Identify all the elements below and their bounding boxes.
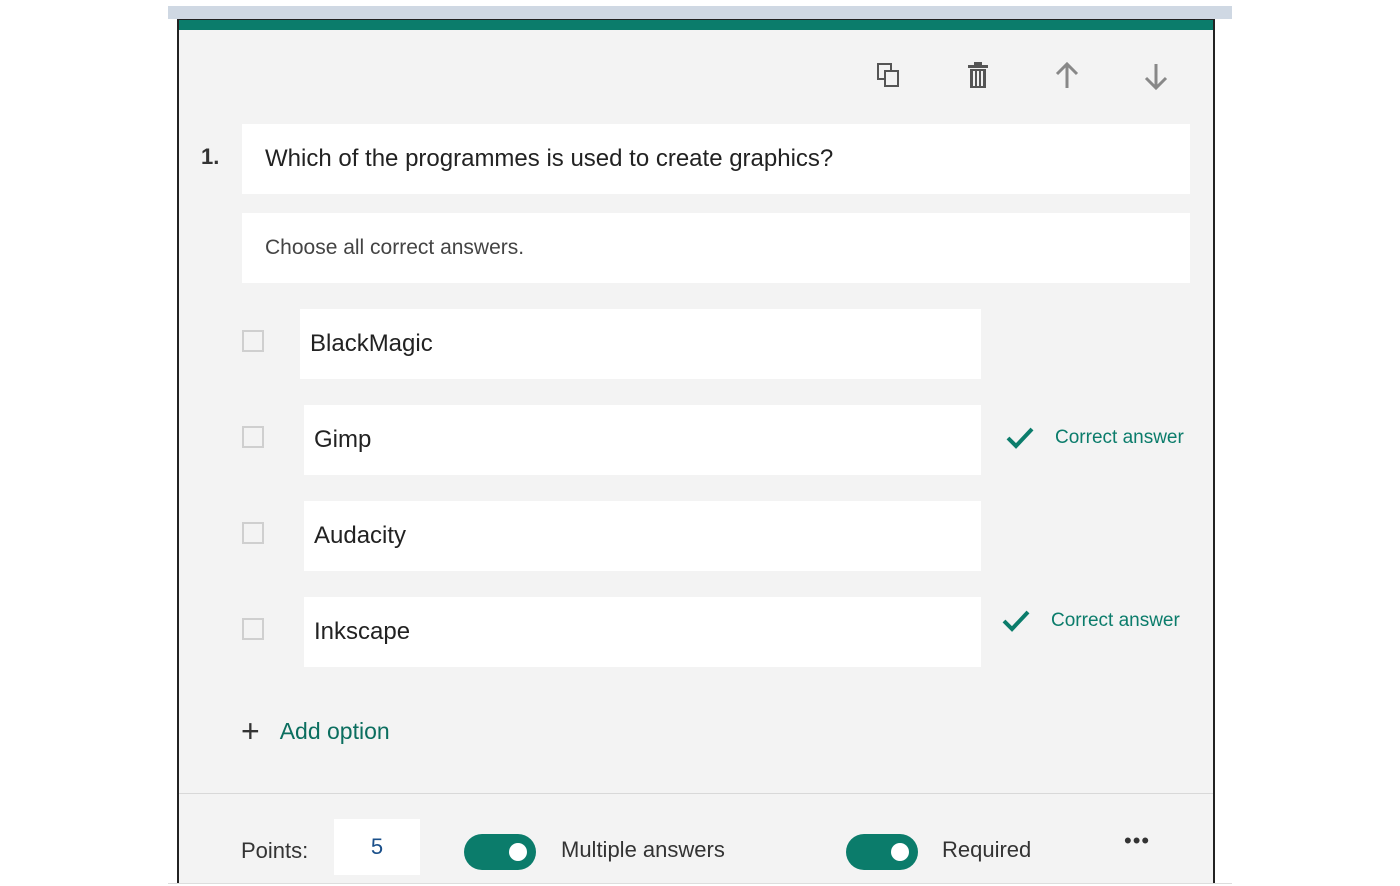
question-subtitle-field[interactable]: Choose all correct answers. bbox=[242, 213, 1190, 283]
multiple-answers-label: Multiple answers bbox=[561, 837, 725, 862]
points-input[interactable]: 5 bbox=[334, 819, 420, 875]
option-checkbox[interactable] bbox=[242, 618, 264, 640]
option-checkbox[interactable] bbox=[242, 330, 264, 352]
checkmark-icon bbox=[1002, 610, 1030, 632]
toggle-knob bbox=[891, 843, 909, 861]
option-checkbox[interactable] bbox=[242, 426, 264, 448]
correct-answer-marker[interactable]: Correct answer bbox=[1001, 608, 1180, 634]
question-number: 1. bbox=[201, 144, 220, 169]
option-field[interactable]: Inkscape bbox=[304, 597, 981, 667]
option-field[interactable]: Gimp bbox=[304, 405, 981, 475]
move-down-icon[interactable] bbox=[1136, 56, 1176, 96]
more-options-button[interactable]: ••• bbox=[1124, 828, 1150, 854]
add-option-button[interactable]: + Add option bbox=[241, 715, 390, 747]
copy-icon[interactable] bbox=[869, 56, 909, 96]
correct-answer-label: Correct answer bbox=[1055, 427, 1184, 448]
add-option-label: Add option bbox=[279, 717, 390, 744]
question-footer: Points: 5 Multiple answers Required ••• bbox=[179, 793, 1213, 883]
bottom-line bbox=[168, 883, 1232, 884]
delete-icon[interactable] bbox=[958, 56, 998, 96]
correct-answer-marker[interactable]: Correct answer bbox=[1005, 425, 1184, 451]
checkmark-icon bbox=[1006, 427, 1034, 449]
option-checkbox[interactable] bbox=[242, 522, 264, 544]
move-up-icon[interactable] bbox=[1047, 56, 1087, 96]
points-label: Points: bbox=[241, 838, 309, 863]
question-title-field[interactable]: Which of the programmes is used to creat… bbox=[242, 124, 1190, 194]
option-field[interactable]: Audacity bbox=[304, 501, 981, 571]
required-toggle[interactable] bbox=[846, 834, 918, 870]
option-field[interactable]: BlackMagic bbox=[300, 309, 981, 379]
accent-bar bbox=[179, 20, 1213, 30]
plus-icon: + bbox=[241, 713, 260, 749]
top-strip bbox=[168, 6, 1232, 19]
toggle-knob bbox=[509, 843, 527, 861]
multiple-answers-toggle[interactable] bbox=[464, 834, 536, 870]
correct-answer-label: Correct answer bbox=[1051, 610, 1180, 631]
question-card: 1. Which of the programmes is used to cr… bbox=[177, 19, 1215, 883]
required-label: Required bbox=[942, 837, 1032, 862]
